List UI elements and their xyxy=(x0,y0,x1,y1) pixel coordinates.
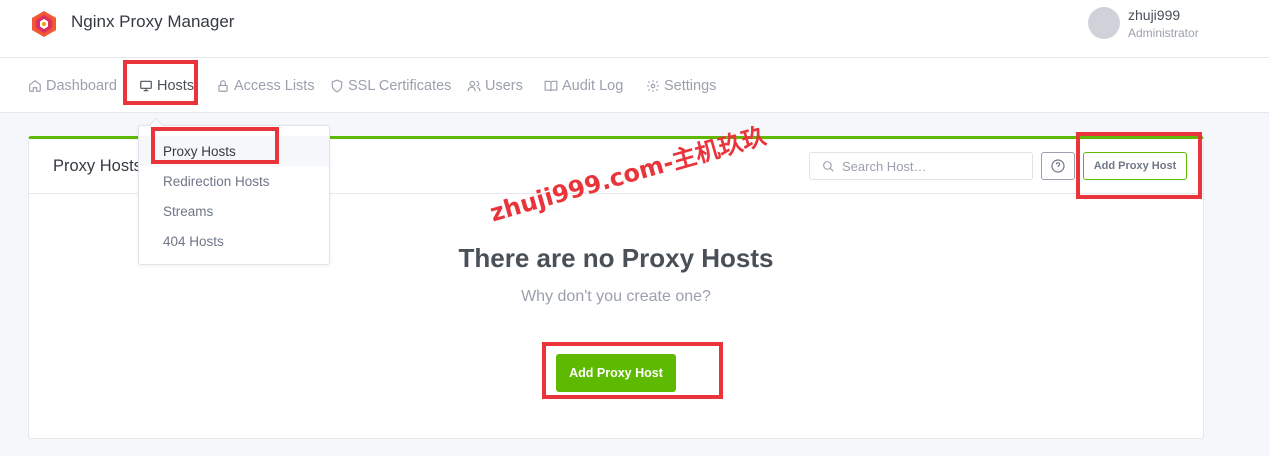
nav-ssl-certificates-label: SSL Certificates xyxy=(348,77,452,94)
nav-users-label: Users xyxy=(485,77,523,94)
nav-audit-log-label: Audit Log xyxy=(562,77,624,94)
menu-item-404-hosts[interactable]: 404 Hosts xyxy=(139,226,329,256)
user-name[interactable]: zhuji999 xyxy=(1128,7,1180,23)
highlight-box-proxy-hosts xyxy=(151,127,279,164)
nav-settings-label: Settings xyxy=(664,77,717,94)
card-title: Proxy Hosts xyxy=(53,157,142,175)
search-icon xyxy=(823,161,834,172)
nav-dashboard[interactable]: Dashboard xyxy=(28,58,117,113)
search-box[interactable] xyxy=(809,152,1033,180)
nginx-proxy-manager-logo[interactable] xyxy=(30,10,58,38)
nav-users[interactable]: Users xyxy=(467,58,523,113)
user-role: Administrator xyxy=(1128,26,1199,40)
search-input[interactable] xyxy=(842,153,1027,179)
nav-access-lists-label: Access Lists xyxy=(234,77,315,94)
highlight-box-hosts xyxy=(123,60,198,105)
menu-item-streams[interactable]: Streams xyxy=(139,196,329,226)
lock-icon xyxy=(218,79,228,92)
nav-audit-log[interactable]: Audit Log xyxy=(544,58,623,113)
shield-icon xyxy=(331,79,343,92)
avatar[interactable] xyxy=(1088,7,1120,39)
nav-access-lists[interactable]: Access Lists xyxy=(216,58,315,113)
nav-settings[interactable]: Settings xyxy=(646,58,716,113)
highlight-box-empty-add xyxy=(542,342,723,399)
nav-ssl-certificates[interactable]: SSL Certificates xyxy=(330,58,451,113)
app-title: Nginx Proxy Manager xyxy=(71,12,235,31)
top-header: Nginx Proxy Manager zhuji999 Administrat… xyxy=(0,0,1269,58)
help-icon xyxy=(1051,159,1065,173)
nav-dashboard-label: Dashboard xyxy=(46,77,117,94)
help-button[interactable] xyxy=(1041,152,1075,180)
gear-icon xyxy=(647,79,659,92)
book-icon xyxy=(544,80,558,91)
highlight-box-add-proxy-host xyxy=(1076,132,1202,199)
empty-state-subtitle: Why don't you create one? xyxy=(521,288,711,305)
home-icon xyxy=(29,79,41,92)
menu-item-redirection-hosts[interactable]: Redirection Hosts xyxy=(139,166,329,196)
users-icon xyxy=(467,80,481,91)
